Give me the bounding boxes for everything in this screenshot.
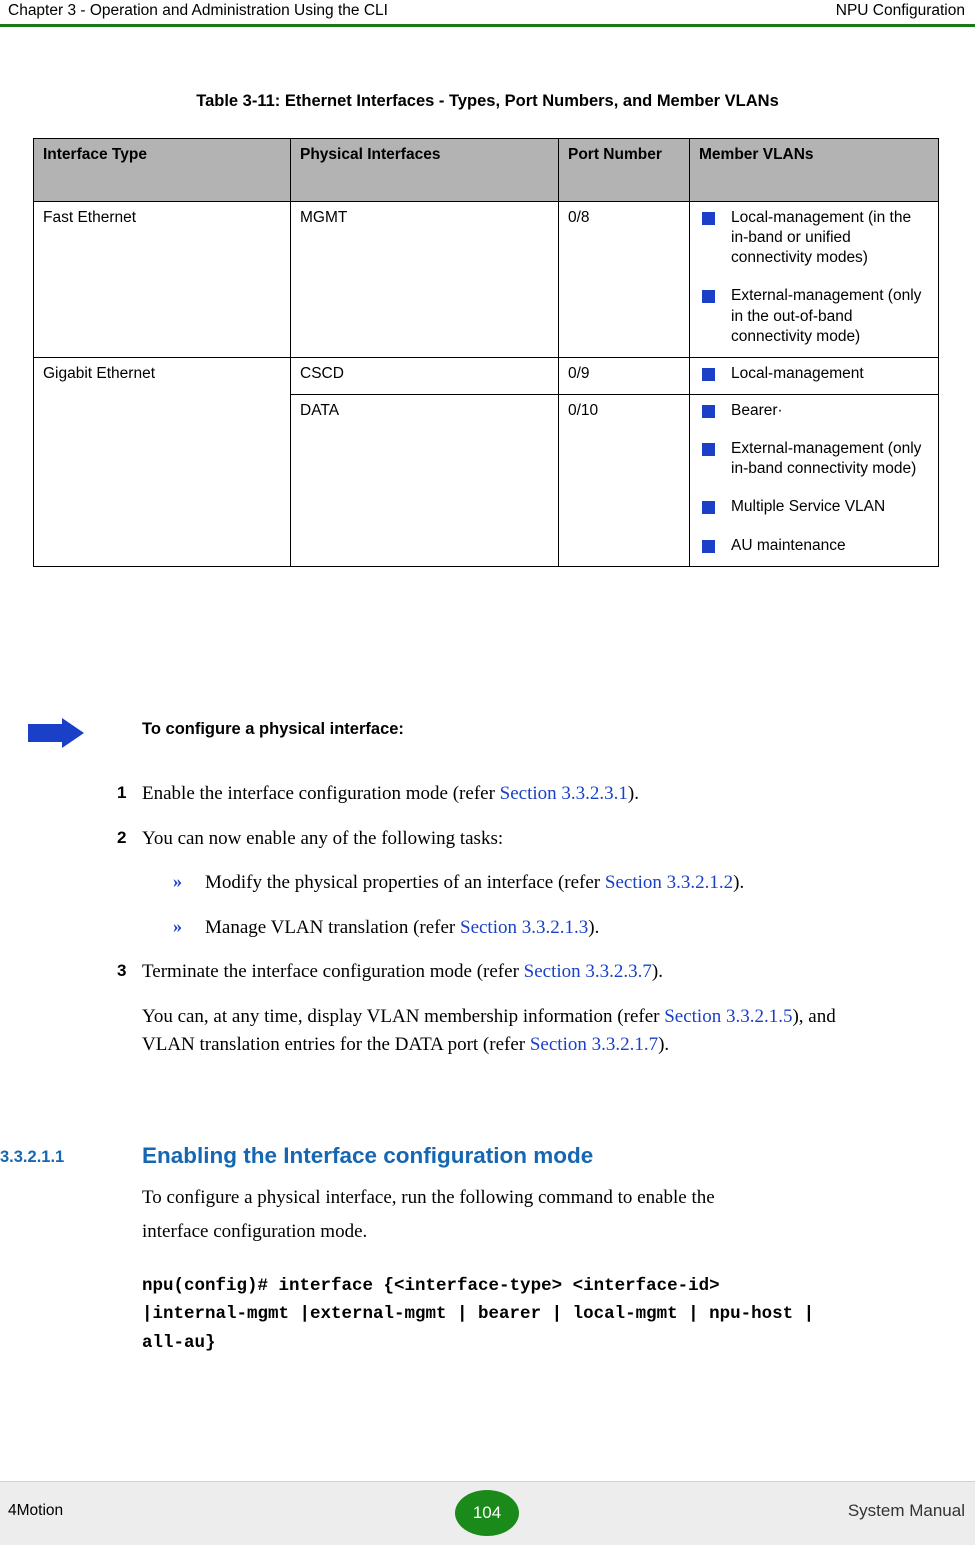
code-line-1: npu(config)# interface {<interface-type>… bbox=[142, 1276, 720, 1296]
vlan-label: External-management (only in-band connec… bbox=[731, 440, 922, 478]
footer-product-name: 4Motion bbox=[8, 1502, 64, 1519]
step-text: Enable the interface configuration mode … bbox=[142, 783, 500, 804]
note-title: To configure a physical interface: bbox=[142, 720, 404, 738]
cross-reference-link[interactable]: Section 3.3.2.1.3 bbox=[460, 917, 588, 938]
closing-text-1: You can, at any time, display VLAN membe… bbox=[142, 1005, 665, 1027]
header-chapter-title: Chapter 3 - Operation and Administration… bbox=[8, 2, 388, 19]
list-item: External-management (only in the out-of-… bbox=[699, 286, 929, 346]
square-bullet-icon bbox=[702, 501, 715, 515]
list-item: AU maintenance bbox=[699, 536, 929, 556]
substep-text-tail: ). bbox=[733, 872, 745, 893]
table-row: Fast Ethernet MGMT 0/8 Local-management … bbox=[33, 201, 939, 358]
vlan-label: Multiple Service VLAN bbox=[731, 498, 886, 516]
chevron-double-right-icon: » bbox=[173, 871, 182, 891]
cross-reference-link[interactable]: Section 3.3.2.3.7 bbox=[524, 961, 652, 982]
square-bullet-icon bbox=[702, 290, 715, 304]
procedure-step: 2 You can now enable any of the following… bbox=[0, 825, 975, 854]
closing-paragraph: You can, at any time, display VLAN membe… bbox=[0, 1003, 975, 1060]
table-row: Gigabit Ethernet CSCD 0/9 Local-manageme… bbox=[33, 356, 939, 567]
arrow-icon bbox=[28, 718, 84, 748]
cross-reference-link[interactable]: Section 3.3.2.1.5 bbox=[664, 1006, 792, 1027]
step-number: 2 bbox=[117, 827, 127, 847]
code-block: npu(config)# interface {<interface-type>… bbox=[142, 1272, 962, 1357]
procedure-substep: » Manage VLAN translation (refer Section … bbox=[0, 914, 975, 943]
section-body-line-1: To configure a physical interface, run t… bbox=[142, 1187, 715, 1208]
step-text: You can now enable any of the following … bbox=[142, 827, 504, 849]
procedure-body: 1 Enable the interface configuration mode… bbox=[0, 780, 975, 1066]
cell-member-vlans: Bearer· External-management (only in-ban… bbox=[689, 393, 939, 567]
vlan-list: Bearer· External-management (only in-ban… bbox=[699, 401, 929, 556]
list-item: Multiple Service VLAN bbox=[699, 497, 929, 517]
vlan-label: External-management (only in the out-of-… bbox=[731, 287, 922, 345]
table-caption: Table 3-11: Ethernet Interfaces - Types,… bbox=[196, 92, 779, 110]
column-header-port-number: Port Number bbox=[558, 138, 690, 202]
cell-physical-interface: CSCD bbox=[290, 356, 559, 395]
square-bullet-icon bbox=[702, 404, 715, 418]
page-header: Chapter 3 - Operation and Administration… bbox=[0, 0, 975, 26]
vlan-list: Local-management bbox=[699, 364, 929, 384]
page-number-badge: 104 bbox=[455, 1490, 519, 1536]
substep-text: Manage VLAN translation (refer bbox=[205, 916, 460, 938]
cell-member-vlans: Local-management bbox=[689, 356, 939, 395]
vlan-label: Bearer· bbox=[731, 401, 783, 419]
cell-port-number: 0/10 bbox=[558, 393, 690, 567]
chevron-double-right-icon: » bbox=[173, 915, 182, 936]
list-item: External-management (only in-band connec… bbox=[699, 439, 929, 479]
step-number: 3 bbox=[117, 961, 127, 980]
cell-physical-interface: MGMT bbox=[290, 201, 559, 358]
substep-text: Modify the physical properties of an int… bbox=[205, 872, 605, 893]
closing-text-3: ). bbox=[658, 1034, 670, 1055]
page-footer: 4Motion 104 System Manual bbox=[0, 1481, 975, 1545]
table-header-row: Interface Type Physical Interfaces Port … bbox=[33, 138, 939, 202]
step-text: Terminate the interface configuration mo… bbox=[142, 961, 524, 982]
procedure-substep: » Modify the physical properties of an in… bbox=[0, 869, 975, 898]
vlan-label: Local-management bbox=[731, 364, 864, 382]
procedure-step: 3 Terminate the interface configuration m… bbox=[0, 958, 975, 987]
column-header-physical-interfaces: Physical Interfaces bbox=[290, 138, 559, 202]
cell-physical-interface: DATA bbox=[290, 393, 559, 567]
cross-reference-link[interactable]: Section 3.3.2.1.7 bbox=[530, 1034, 658, 1055]
vlan-label: AU maintenance bbox=[731, 536, 846, 554]
section-body: To configure a physical interface, run t… bbox=[0, 1184, 975, 1251]
cell-interface-type: Gigabit Ethernet bbox=[33, 356, 291, 567]
step-text-tail: ). bbox=[627, 783, 639, 804]
square-bullet-icon bbox=[702, 367, 715, 381]
section-number: 3.3.2.1.1 bbox=[0, 1148, 65, 1166]
cell-member-vlans: Local-management (in the in-band or unif… bbox=[689, 201, 939, 358]
code-line-3: all-au} bbox=[142, 1332, 216, 1353]
cell-interface-type: Fast Ethernet bbox=[33, 201, 291, 358]
list-item: Bearer· bbox=[699, 401, 929, 421]
section-body-line-2: interface configuration mode. bbox=[142, 1220, 368, 1242]
vlan-label: Local-management (in the in-band or unif… bbox=[731, 209, 912, 267]
substep-text-tail: ). bbox=[588, 916, 600, 938]
code-line-2: |internal-mgmt |external-mgmt | bearer |… bbox=[142, 1304, 815, 1325]
square-bullet-icon bbox=[702, 443, 715, 457]
vlan-list: Local-management (in the in-band or unif… bbox=[699, 208, 929, 347]
header-divider-rule bbox=[0, 24, 975, 27]
step-text-tail: ). bbox=[651, 961, 663, 982]
header-section-title: NPU Configuration bbox=[835, 2, 965, 19]
column-header-interface-type: Interface Type bbox=[33, 138, 291, 202]
procedure-step: 1 Enable the interface configuration mode… bbox=[0, 780, 975, 809]
cross-reference-link[interactable]: Section 3.3.2.3.1 bbox=[500, 783, 628, 804]
list-item: Local-management bbox=[699, 364, 929, 384]
footer-document-title: System Manual bbox=[847, 1501, 965, 1520]
list-item: Local-management (in the in-band or unif… bbox=[699, 208, 929, 268]
step-number: 1 bbox=[117, 783, 127, 802]
ethernet-interfaces-table: Interface Type Physical Interfaces Port … bbox=[33, 138, 939, 567]
square-bullet-icon bbox=[702, 539, 715, 553]
section-heading: 3.3.2.1.1 Enabling the Interface configu… bbox=[0, 1143, 975, 1175]
cross-reference-link[interactable]: Section 3.3.2.1.2 bbox=[605, 872, 733, 893]
page-title: Enabling the Interface configuration mod… bbox=[142, 1143, 594, 1168]
cell-port-number: 0/8 bbox=[558, 201, 690, 358]
cell-port-number: 0/9 bbox=[558, 356, 690, 395]
column-header-member-vlans: Member VLANs bbox=[689, 138, 939, 202]
square-bullet-icon bbox=[702, 212, 715, 225]
